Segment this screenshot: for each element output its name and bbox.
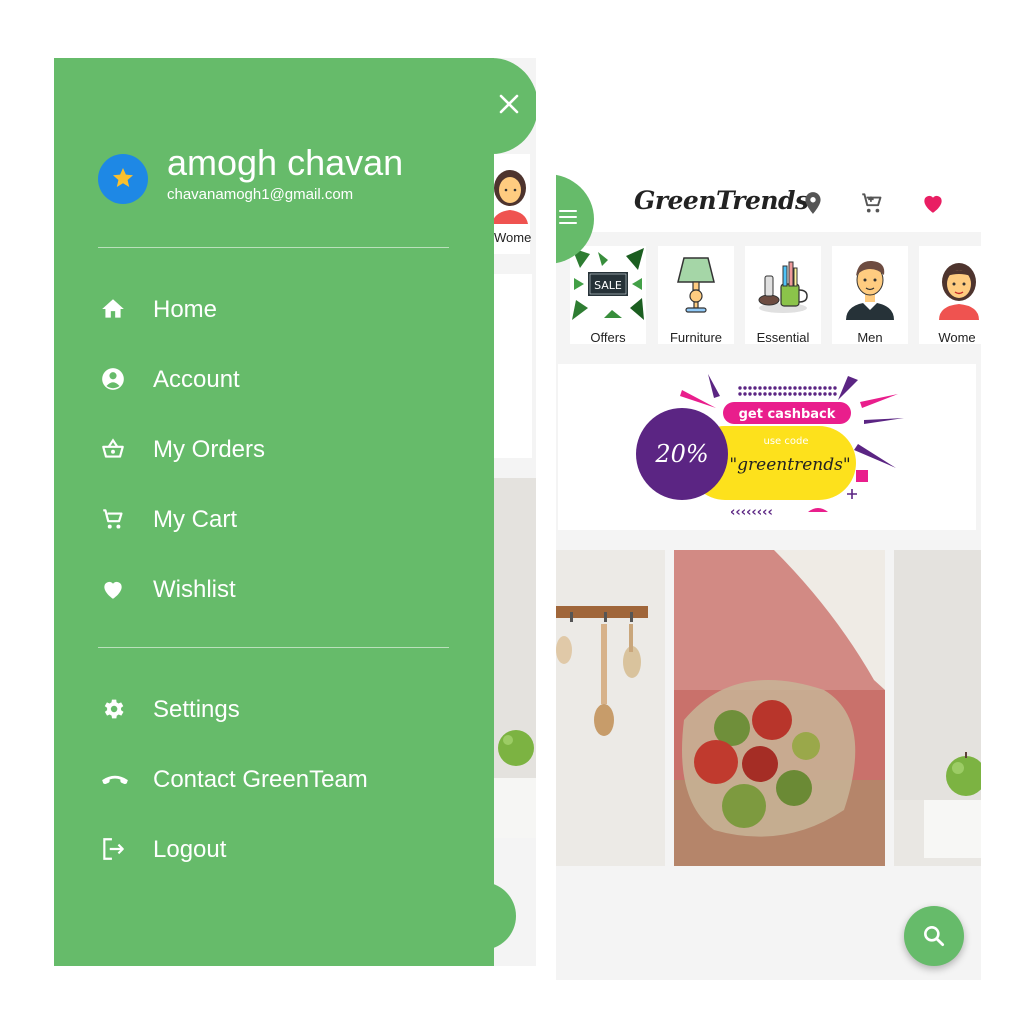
category-furniture[interactable]: Furniture xyxy=(658,246,734,345)
account-circle-icon xyxy=(102,368,124,390)
search-fab[interactable] xyxy=(904,906,964,966)
heart-icon xyxy=(104,581,122,599)
offers-thumbnail: SALE xyxy=(572,248,644,320)
photo-fruit-bag[interactable] xyxy=(674,550,885,866)
phone-icon xyxy=(102,775,128,784)
banner-promo-code: "greentrends" xyxy=(729,455,850,475)
category-label: Furniture xyxy=(669,330,723,345)
banner-percent: 20% xyxy=(654,440,708,468)
nav-item-label: Account xyxy=(153,366,240,393)
nav-item-label: My Orders xyxy=(153,436,266,463)
nav-item-account[interactable]: Account xyxy=(98,359,478,399)
category-label: Men xyxy=(857,330,883,345)
divider xyxy=(98,647,449,648)
woman-avatar-icon xyxy=(921,248,981,320)
category-women[interactable]: Wome xyxy=(919,246,981,345)
photo-brush-hooks[interactable] xyxy=(556,550,665,866)
sale-tag-text: SALE xyxy=(594,279,622,292)
cart-icon xyxy=(103,509,123,529)
main-screen: GreenTrends SALE Offers Furniture Essent… xyxy=(556,174,981,980)
category-men[interactable]: Men xyxy=(832,246,908,345)
toiletries-icon xyxy=(747,248,819,320)
svg-text:‹‹‹‹‹‹‹‹: ‹‹‹‹‹‹‹‹ xyxy=(730,505,773,520)
category-essential[interactable]: Essential xyxy=(745,246,821,345)
basket-icon xyxy=(102,438,124,458)
nav-item-contact[interactable]: Contact GreenTeam xyxy=(98,759,478,799)
category-offers[interactable]: SALE Offers xyxy=(570,246,646,345)
banner-headline: get cashback xyxy=(739,407,836,422)
nav-item-my-cart[interactable]: My Cart xyxy=(98,499,478,539)
photo-apple-table[interactable] xyxy=(894,550,981,866)
app-logo: GreenTrends xyxy=(634,186,809,215)
nav-item-settings[interactable]: Settings xyxy=(98,689,478,729)
location-icon[interactable] xyxy=(800,190,826,216)
nav-item-wishlist[interactable]: Wishlist xyxy=(98,569,478,609)
category-row: SALE Offers Furniture Essential Men Wome xyxy=(556,240,981,350)
user-name: amogh chavan xyxy=(167,142,404,183)
logout-icon xyxy=(103,838,124,860)
nav-item-home[interactable]: Home xyxy=(98,289,478,329)
background-photo xyxy=(494,478,536,838)
nav-item-logout[interactable]: Logout xyxy=(98,829,478,869)
search-icon xyxy=(924,926,945,947)
star-icon xyxy=(113,168,133,187)
lamp-icon xyxy=(660,248,732,320)
product-carousel xyxy=(556,546,981,868)
app-bar: GreenTrends xyxy=(556,174,981,232)
nav-item-my-orders[interactable]: My Orders xyxy=(98,429,478,469)
nav-item-label: My Cart xyxy=(153,506,237,533)
nav-item-label: Logout xyxy=(153,836,227,863)
drawer-screen: Wome amogh chavan chavanamogh1@gmail.com… xyxy=(54,58,536,966)
gear-icon xyxy=(104,699,124,719)
nav-item-label: Home xyxy=(153,296,218,323)
cashback-banner[interactable]: ‹‹‹‹‹‹‹‹ get cashback use code "greentre… xyxy=(558,364,976,530)
background-banner xyxy=(494,274,532,458)
close-icon[interactable] xyxy=(499,94,519,114)
category-label: Offers xyxy=(590,330,626,345)
divider xyxy=(98,247,449,248)
nav-item-label: Settings xyxy=(153,696,240,723)
hamburger-icon xyxy=(559,210,577,224)
category-label: Wome xyxy=(938,330,976,345)
nav-item-label: Contact GreenTeam xyxy=(153,766,368,793)
category-label: Essential xyxy=(756,330,810,345)
home-icon xyxy=(102,299,124,318)
banner-use-code: use code xyxy=(764,436,809,447)
man-avatar-icon xyxy=(834,248,906,320)
background-category-card: Wome xyxy=(492,154,532,254)
avatar[interactable] xyxy=(98,154,148,204)
cart-icon[interactable] xyxy=(859,190,885,216)
user-email: chavanamogh1@gmail.com xyxy=(167,186,354,203)
nav-item-label: Wishlist xyxy=(153,576,236,603)
wishlist-heart-icon[interactable] xyxy=(920,190,946,216)
navigation-drawer: amogh chavan chavanamogh1@gmail.com Home… xyxy=(54,58,494,966)
category-label: Wome xyxy=(494,230,532,245)
woman-avatar-icon xyxy=(492,170,528,224)
